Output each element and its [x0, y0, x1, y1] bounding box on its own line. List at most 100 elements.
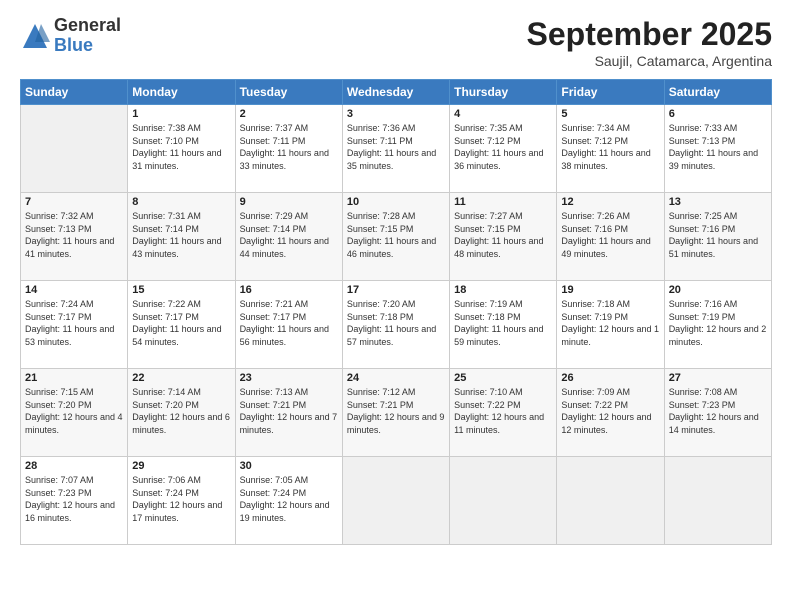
calendar-cell: 13 Sunrise: 7:25 AMSunset: 7:16 PMDayligh… — [664, 193, 771, 281]
cell-content: Sunrise: 7:21 AMSunset: 7:17 PMDaylight:… — [240, 298, 338, 348]
calendar-cell: 20Sunrise: 7:16 AMSunset: 7:19 PMDayligh… — [664, 281, 771, 369]
calendar-cell: 9 Sunrise: 7:29 AMSunset: 7:14 PMDaylight… — [235, 193, 342, 281]
cell-content: Sunrise: 7:37 AMSunset: 7:11 PMDaylight:… — [240, 122, 338, 172]
day-number: 8 — [132, 196, 230, 208]
day-number: 12 — [561, 196, 659, 208]
header: General Blue September 2025 Saujil, Cata… — [20, 16, 772, 69]
cell-content: Sunrise: 7:27 AMSunset: 7:15 PMDaylight:… — [454, 210, 552, 260]
cell-content: Sunrise: 7:24 AMSunset: 7:17 PMDaylight:… — [25, 298, 123, 348]
calendar-cell: 8 Sunrise: 7:31 AMSunset: 7:14 PMDaylight… — [128, 193, 235, 281]
week-row-4: 28 Sunrise: 7:07 AMSunset: 7:23 PMDayligh… — [21, 457, 772, 545]
day-number: 2 — [240, 108, 338, 120]
cell-content: Sunrise: 7:22 AMSunset: 7:17 PMDaylight:… — [132, 298, 230, 348]
calendar-table: SundayMondayTuesdayWednesdayThursdayFrid… — [20, 79, 772, 545]
day-number: 23 — [240, 372, 338, 384]
day-number: 3 — [347, 108, 445, 120]
title-block: September 2025 Saujil, Catamarca, Argent… — [527, 16, 772, 69]
calendar-cell: 2 Sunrise: 7:37 AMSunset: 7:11 PMDaylight… — [235, 105, 342, 193]
cell-content: Sunrise: 7:19 AMSunset: 7:18 PMDaylight:… — [454, 298, 552, 348]
cell-content: Sunrise: 7:20 AMSunset: 7:18 PMDaylight:… — [347, 298, 445, 348]
cell-content: Sunrise: 7:07 AMSunset: 7:23 PMDaylight:… — [25, 474, 123, 524]
day-number: 14 — [25, 284, 123, 296]
day-number: 27 — [669, 372, 767, 384]
calendar-cell — [664, 457, 771, 545]
col-header-thursday: Thursday — [450, 80, 557, 105]
calendar-cell: 19 Sunrise: 7:18 AMSunset: 7:19 PMDayligh… — [557, 281, 664, 369]
calendar-cell: 21 Sunrise: 7:15 AMSunset: 7:20 PMDayligh… — [21, 369, 128, 457]
calendar-cell: 4 Sunrise: 7:35 AMSunset: 7:12 PMDaylight… — [450, 105, 557, 193]
cell-content: Sunrise: 7:16 AMSunset: 7:19 PMDaylight:… — [669, 298, 767, 348]
calendar-cell: 22 Sunrise: 7:14 AMSunset: 7:20 PMDayligh… — [128, 369, 235, 457]
cell-content: Sunrise: 7:35 AMSunset: 7:12 PMDaylight:… — [454, 122, 552, 172]
cell-content: Sunrise: 7:06 AMSunset: 7:24 PMDaylight:… — [132, 474, 230, 524]
calendar-cell — [557, 457, 664, 545]
day-number: 22 — [132, 372, 230, 384]
cell-content: Sunrise: 7:15 AMSunset: 7:20 PMDaylight:… — [25, 386, 123, 436]
col-header-saturday: Saturday — [664, 80, 771, 105]
day-number: 24 — [347, 372, 445, 384]
calendar-cell: 3 Sunrise: 7:36 AMSunset: 7:11 PMDaylight… — [342, 105, 449, 193]
calendar-cell: 15 Sunrise: 7:22 AMSunset: 7:17 PMDayligh… — [128, 281, 235, 369]
logo-text: General Blue — [54, 16, 121, 56]
calendar-cell: 10Sunrise: 7:28 AMSunset: 7:15 PMDayligh… — [342, 193, 449, 281]
day-number: 9 — [240, 196, 338, 208]
cell-content: Sunrise: 7:18 AMSunset: 7:19 PMDaylight:… — [561, 298, 659, 348]
cell-content: Sunrise: 7:26 AMSunset: 7:16 PMDaylight:… — [561, 210, 659, 260]
cell-content: Sunrise: 7:34 AMSunset: 7:12 PMDaylight:… — [561, 122, 659, 172]
cell-content: Sunrise: 7:29 AMSunset: 7:14 PMDaylight:… — [240, 210, 338, 260]
day-number: 4 — [454, 108, 552, 120]
calendar-cell — [342, 457, 449, 545]
calendar-cell: 6 Sunrise: 7:33 AMSunset: 7:13 PMDaylight… — [664, 105, 771, 193]
calendar-cell: 29 Sunrise: 7:06 AMSunset: 7:24 PMDayligh… — [128, 457, 235, 545]
day-number: 21 — [25, 372, 123, 384]
week-row-3: 21 Sunrise: 7:15 AMSunset: 7:20 PMDayligh… — [21, 369, 772, 457]
logo: General Blue — [20, 16, 121, 56]
header-row: SundayMondayTuesdayWednesdayThursdayFrid… — [21, 80, 772, 105]
calendar-cell: 14 Sunrise: 7:24 AMSunset: 7:17 PMDayligh… — [21, 281, 128, 369]
day-number: 29 — [132, 460, 230, 472]
cell-content: Sunrise: 7:08 AMSunset: 7:23 PMDaylight:… — [669, 386, 767, 436]
day-number: 6 — [669, 108, 767, 120]
calendar-cell: 25Sunrise: 7:10 AMSunset: 7:22 PMDayligh… — [450, 369, 557, 457]
day-number: 5 — [561, 108, 659, 120]
cell-content: Sunrise: 7:25 AMSunset: 7:16 PMDaylight:… — [669, 210, 767, 260]
week-row-0: 1 Sunrise: 7:38 AMSunset: 7:10 PMDaylight… — [21, 105, 772, 193]
calendar-cell: 12 Sunrise: 7:26 AMSunset: 7:16 PMDayligh… — [557, 193, 664, 281]
calendar-cell: 23 Sunrise: 7:13 AMSunset: 7:21 PMDayligh… — [235, 369, 342, 457]
page: General Blue September 2025 Saujil, Cata… — [0, 0, 792, 612]
location: Saujil, Catamarca, Argentina — [527, 53, 772, 69]
logo-icon — [20, 21, 50, 51]
calendar-cell: 26 Sunrise: 7:09 AMSunset: 7:22 PMDayligh… — [557, 369, 664, 457]
cell-content: Sunrise: 7:31 AMSunset: 7:14 PMDaylight:… — [132, 210, 230, 260]
day-number: 1 — [132, 108, 230, 120]
logo-line1: General — [54, 16, 121, 36]
day-number: 19 — [561, 284, 659, 296]
cell-content: Sunrise: 7:12 AMSunset: 7:21 PMDaylight:… — [347, 386, 445, 436]
day-number: 10 — [347, 196, 445, 208]
month-title: September 2025 — [527, 16, 772, 53]
cell-content: Sunrise: 7:36 AMSunset: 7:11 PMDaylight:… — [347, 122, 445, 172]
cell-content: Sunrise: 7:38 AMSunset: 7:10 PMDaylight:… — [132, 122, 230, 172]
calendar-cell: 5 Sunrise: 7:34 AMSunset: 7:12 PMDaylight… — [557, 105, 664, 193]
calendar-cell: 16 Sunrise: 7:21 AMSunset: 7:17 PMDayligh… — [235, 281, 342, 369]
col-header-sunday: Sunday — [21, 80, 128, 105]
cell-content: Sunrise: 7:13 AMSunset: 7:21 PMDaylight:… — [240, 386, 338, 436]
day-number: 16 — [240, 284, 338, 296]
day-number: 15 — [132, 284, 230, 296]
cell-content: Sunrise: 7:09 AMSunset: 7:22 PMDaylight:… — [561, 386, 659, 436]
day-number: 18 — [454, 284, 552, 296]
calendar-cell: 18 Sunrise: 7:19 AMSunset: 7:18 PMDayligh… — [450, 281, 557, 369]
cell-content: Sunrise: 7:33 AMSunset: 7:13 PMDaylight:… — [669, 122, 767, 172]
week-row-1: 7Sunrise: 7:32 AMSunset: 7:13 PMDaylight… — [21, 193, 772, 281]
calendar-cell: 1 Sunrise: 7:38 AMSunset: 7:10 PMDaylight… — [128, 105, 235, 193]
day-number: 28 — [25, 460, 123, 472]
day-number: 26 — [561, 372, 659, 384]
day-number: 13 — [669, 196, 767, 208]
col-header-tuesday: Tuesday — [235, 80, 342, 105]
calendar-cell: 30Sunrise: 7:05 AMSunset: 7:24 PMDayligh… — [235, 457, 342, 545]
day-number: 17 — [347, 284, 445, 296]
cell-content: Sunrise: 7:32 AMSunset: 7:13 PMDaylight:… — [25, 210, 123, 260]
calendar-cell: 24 Sunrise: 7:12 AMSunset: 7:21 PMDayligh… — [342, 369, 449, 457]
calendar-cell: 28 Sunrise: 7:07 AMSunset: 7:23 PMDayligh… — [21, 457, 128, 545]
cell-content: Sunrise: 7:14 AMSunset: 7:20 PMDaylight:… — [132, 386, 230, 436]
